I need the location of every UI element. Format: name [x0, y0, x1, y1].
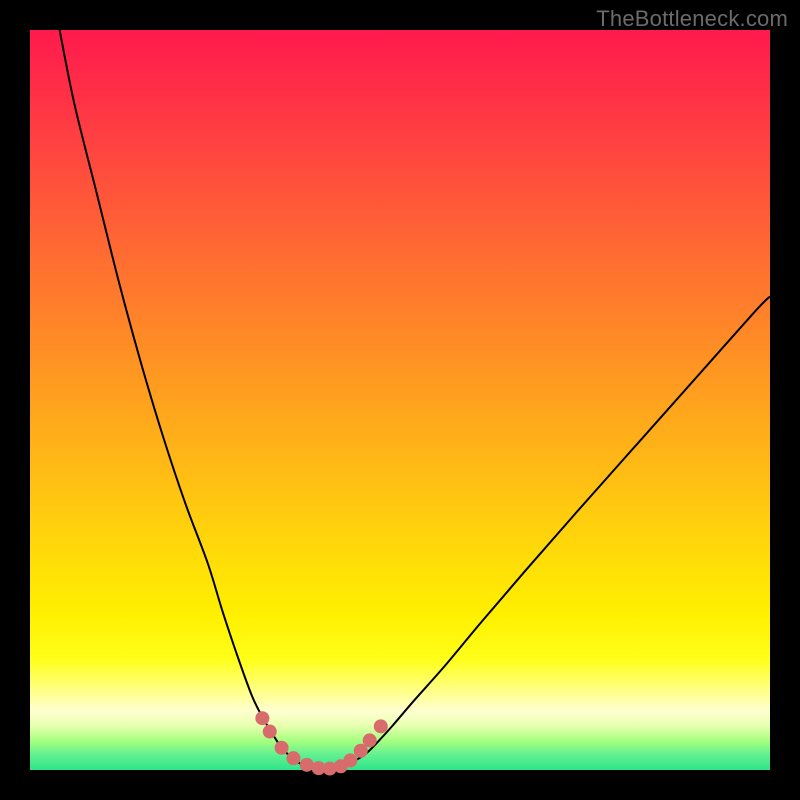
marker-dot [255, 711, 269, 725]
marker-dot [300, 758, 314, 772]
marker-dot [363, 733, 377, 747]
watermark-text: TheBottleneck.com [596, 6, 788, 32]
right-curve [341, 296, 770, 767]
plot-area [30, 30, 770, 770]
chart-svg [30, 30, 770, 770]
marker-dot [343, 753, 357, 767]
marker-dot [374, 719, 388, 733]
left-curve [60, 30, 312, 768]
chart-frame: TheBottleneck.com [0, 0, 800, 800]
marker-dot [263, 725, 277, 739]
marker-group [255, 711, 387, 775]
marker-dot [275, 741, 289, 755]
marker-dot [286, 751, 300, 765]
